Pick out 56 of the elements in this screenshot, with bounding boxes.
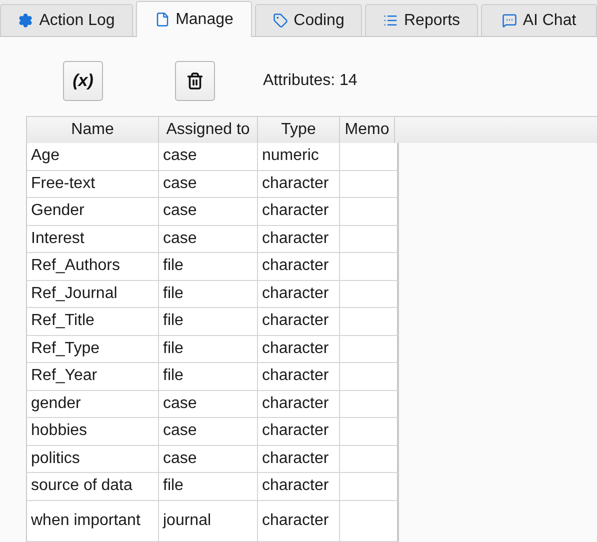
attribute-count: Attributes: 14: [263, 72, 358, 90]
table-cell: Ref_Type: [27, 336, 159, 362]
table-cell: case: [159, 143, 258, 170]
table-cell: file: [159, 473, 258, 500]
table-cell: case: [159, 390, 258, 417]
tab[interactable]: Action Log: [0, 4, 133, 36]
table-cell: journal: [159, 500, 258, 541]
document-icon: [154, 12, 170, 27]
table-cell: character: [258, 446, 340, 472]
table-cell: character: [258, 500, 340, 541]
delete-button[interactable]: [175, 61, 215, 101]
tab[interactable]: Coding: [255, 4, 362, 36]
table-cell: file: [159, 308, 258, 334]
table-cell: Free-text: [27, 170, 159, 197]
table-cell: source of data: [27, 473, 159, 500]
tab[interactable]: Manage: [136, 1, 252, 37]
table-cell: character: [258, 198, 340, 224]
table-cell: character: [258, 390, 340, 417]
table-cell: Ref_Year: [27, 363, 159, 390]
table-cell: case: [159, 226, 258, 252]
table-cell: case: [159, 446, 258, 472]
gear-icon: [18, 13, 34, 28]
table-cell: Ref_Journal: [27, 280, 159, 307]
table-cell: hobbies: [27, 418, 159, 444]
table-cell: Interest: [27, 226, 159, 252]
table-cell: character: [258, 253, 340, 280]
table-cell: Gender: [27, 198, 159, 224]
table-cell: politics: [27, 446, 159, 472]
table-cell: character: [258, 473, 340, 500]
tab[interactable]: AI Chat: [481, 4, 597, 36]
table-cell: gender: [27, 390, 159, 417]
variable-button[interactable]: (x): [63, 61, 103, 101]
table-cell: case: [159, 198, 258, 224]
table-cell: character: [258, 418, 340, 444]
table-cell: when important: [27, 500, 159, 541]
trash-icon: [186, 72, 204, 90]
list-icon: [382, 13, 398, 28]
tab[interactable]: Reports: [365, 4, 478, 36]
table-cell: file: [159, 363, 258, 390]
table-cell: case: [159, 170, 258, 197]
table-cell: Ref_Authors: [27, 253, 159, 280]
table-cell: Age: [27, 143, 159, 170]
table-cell: character: [258, 363, 340, 390]
table-cell: case: [159, 418, 258, 444]
table-cell: file: [159, 280, 258, 307]
table-cell: character: [258, 226, 340, 252]
table-cell: character: [258, 170, 340, 197]
table-cell: character: [258, 308, 340, 334]
table-cell: character: [258, 336, 340, 362]
table-cell: file: [159, 336, 258, 362]
table-cell: Ref_Title: [27, 308, 159, 334]
tag-icon: [272, 13, 288, 28]
table-cell: file: [159, 253, 258, 280]
chat-icon: [502, 13, 517, 28]
table-cell: numeric: [258, 143, 340, 170]
table-cell: character: [258, 280, 340, 307]
